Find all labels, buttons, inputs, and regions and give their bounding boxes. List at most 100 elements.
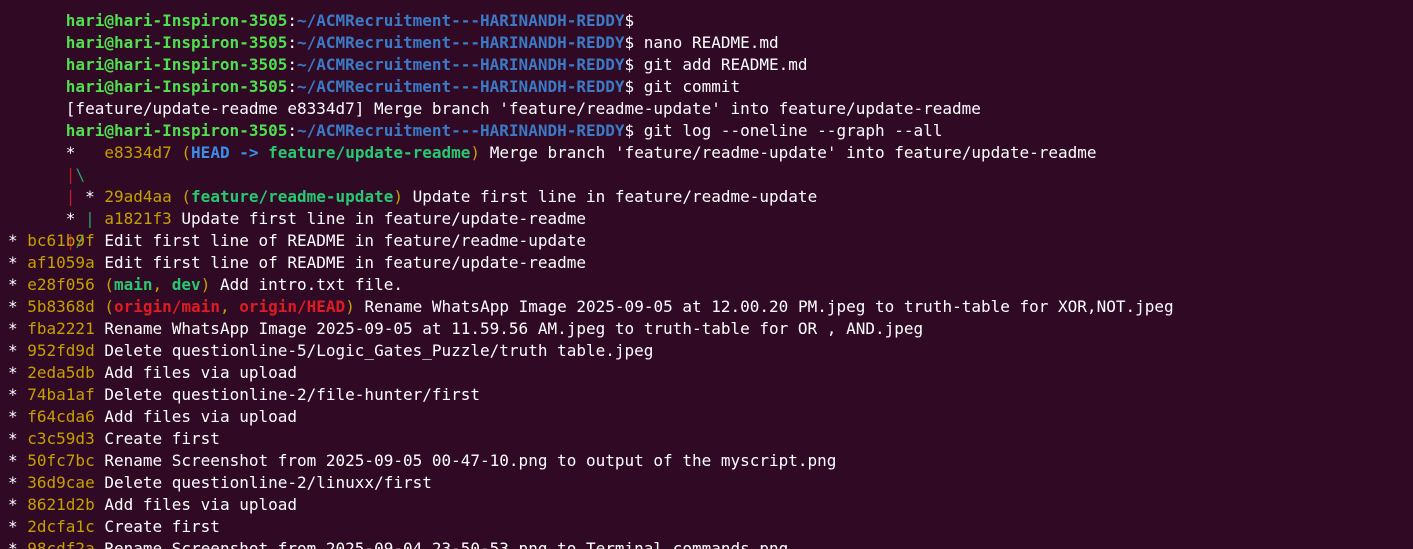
prompt-path: ~/ACMRecruitment---HARINANDH-REDDY: [297, 55, 625, 74]
commit-line: * af1059a Edit first line of README in f…: [8, 252, 1174, 274]
commit-line: * f64cda6 Add files via upload: [8, 406, 1174, 428]
prompt-path: ~/ACMRecruitment---HARINANDH-REDDY: [297, 121, 625, 140]
commit-hash: 50fc7bc: [27, 451, 95, 470]
commit-message: Delete questionline-2/file-hunter/first: [104, 385, 481, 404]
commit-line: * fba2221 Rename WhatsApp Image 2025-09-…: [8, 318, 1174, 340]
terminal-window[interactable]: hari@hari-Inspiron-3505:~/ACMRecruitment…: [0, 0, 1413, 549]
prompt-dollar: $: [624, 11, 644, 30]
branch-ref: feature/update-readme: [268, 143, 471, 162]
prompt-dollar: $: [624, 77, 644, 96]
ref-open-paren: (: [171, 187, 192, 206]
graph-node-icon: *: [8, 253, 28, 272]
graph-edge-vertical: |: [65, 187, 76, 206]
graph-node-icon: *: [8, 385, 28, 404]
graph-node-icon: *: [8, 451, 28, 470]
commit-message: Create first: [104, 517, 220, 536]
commit-hash: bc61b9f: [27, 231, 95, 250]
commit-message: Delete questionline-2/linuxx/first: [104, 473, 432, 492]
commit-line: * 36d9cae Delete questionline-2/linuxx/f…: [8, 472, 1174, 494]
command-text: git add README.md: [643, 55, 808, 74]
prompt-user-host: hari@hari-Inspiron-3505: [65, 77, 288, 96]
branch-ref: main: [113, 275, 153, 294]
graph-line-commit: | * 29ad4aa (feature/readme-update) Upda…: [8, 164, 1174, 206]
commit-message: Edit first line of README in feature/upd…: [104, 253, 586, 272]
prompt-user-host: hari@hari-Inspiron-3505: [65, 33, 288, 52]
command-text: nano README.md: [643, 33, 779, 52]
graph-node-icon: *: [8, 473, 28, 492]
commit-hash: c3c59d3: [27, 429, 95, 448]
commit-message: Update first line in feature/readme-upda…: [402, 187, 818, 206]
commit-hash: a1821f3: [94, 209, 172, 228]
prompt-path: ~/ACMRecruitment---HARINANDH-REDDY: [297, 33, 625, 52]
commit-hash: fba2221: [27, 319, 95, 338]
prompt-colon: :: [287, 77, 297, 96]
commit-message: Add files via upload: [104, 363, 297, 382]
prompt-user-host: hari@hari-Inspiron-3505: [65, 121, 288, 140]
ref-open-paren: (: [104, 275, 114, 294]
commit-hash: af1059a: [27, 253, 95, 272]
commit-line: * 98cdf2a Rename Screenshot from 2025-09…: [8, 538, 1174, 549]
terminal-output: hari@hari-Inspiron-3505:~/ACMRecruitment…: [8, 0, 1174, 549]
commit-line: * 50fc7bc Rename Screenshot from 2025-09…: [8, 450, 1174, 472]
graph-node-icon: *: [65, 209, 86, 228]
commit-message: Add files via upload: [104, 495, 297, 514]
commit-output-text: [feature/update-readme e8334d7] Merge br…: [65, 99, 981, 118]
commit-message: Delete questionline-5/Logic_Gates_Puzzle…: [104, 341, 654, 360]
commit-hash: 2dcfa1c: [27, 517, 95, 536]
prompt-dollar: $: [624, 33, 644, 52]
commit-hash: 29ad4aa: [104, 187, 172, 206]
graph-node-icon: *: [8, 539, 28, 549]
head-ref: HEAD ->: [191, 143, 259, 162]
graph-node-icon: *: [8, 231, 28, 250]
prompt-colon: :: [287, 11, 297, 30]
branch-ref: feature/readme-update: [191, 187, 394, 206]
ref-close-paren: ): [393, 187, 403, 206]
commit-message: Add files via upload: [104, 407, 297, 426]
commit-hash: e28f056: [27, 275, 95, 294]
graph-node-icon: *: [8, 495, 28, 514]
commit-line: * 2dcfa1c Create first: [8, 516, 1174, 538]
prompt-colon: :: [287, 33, 297, 52]
commit-hash: 36d9cae: [27, 473, 95, 492]
graph-node-icon: *: [8, 363, 28, 382]
commit-hash: 98cdf2a: [27, 539, 95, 549]
commit-hash: 5b8368d: [27, 297, 95, 316]
commit-line: * bc61b9f Edit first line of README in f…: [8, 230, 1174, 252]
prompt-colon: :: [287, 55, 297, 74]
ref-space: [258, 143, 268, 162]
graph-node-icon: *: [8, 429, 28, 448]
commit-line: * 2eda5db Add files via upload: [8, 362, 1174, 384]
terminal-line-cutoff: hari@hari-Inspiron-3505:~/ACMRecruitment…: [8, 0, 1174, 30]
ref-close-paren: ): [470, 143, 481, 162]
commit-message: Update first line in feature/update-read…: [171, 209, 586, 228]
commit-line: * c3c59d3 Create first: [8, 428, 1174, 450]
prompt-user-host: hari@hari-Inspiron-3505: [65, 11, 288, 30]
commit-message: Rename Screenshot from 2025-09-05 00-47-…: [104, 451, 837, 470]
ref-close-paren: ): [345, 297, 355, 316]
commit-hash: 2eda5db: [27, 363, 95, 382]
command-text: git commit: [643, 77, 741, 96]
graph-node-icon: *: [65, 143, 76, 162]
graph-edge-fork: \: [75, 165, 86, 184]
ref-close-paren: ): [200, 275, 211, 294]
commit-message: Rename WhatsApp Image 2025-09-05 at 11.5…: [104, 319, 924, 338]
graph-node-icon: *: [8, 297, 28, 316]
commit-line: * e28f056 (main, dev) Add intro.txt file…: [8, 274, 1174, 296]
graph-edge-vertical: |: [65, 165, 76, 184]
graph-node-icon: *: [75, 187, 105, 206]
graph-node-icon: *: [8, 341, 28, 360]
prompt-colon: :: [287, 121, 297, 140]
prompt-dollar: $: [624, 55, 644, 74]
ref-separator: ,: [219, 297, 240, 316]
commit-hash: f64cda6: [27, 407, 95, 426]
branch-ref: dev: [171, 275, 201, 294]
ref-separator: ,: [152, 275, 172, 294]
remote-branch-ref: origin/HEAD: [239, 297, 346, 316]
commit-hash: 74ba1af: [27, 385, 95, 404]
commit-message: Edit first line of README in feature/rea…: [104, 231, 586, 250]
commit-message: Rename Screenshot from 2025-09-04 23-50-…: [104, 539, 789, 549]
prompt-path: ~/ACMRecruitment---HARINANDH-REDDY: [297, 77, 625, 96]
prompt-user-host: hari@hari-Inspiron-3505: [65, 55, 288, 74]
graph-node-icon: *: [8, 275, 28, 294]
remote-branch-ref: origin/main: [113, 297, 220, 316]
